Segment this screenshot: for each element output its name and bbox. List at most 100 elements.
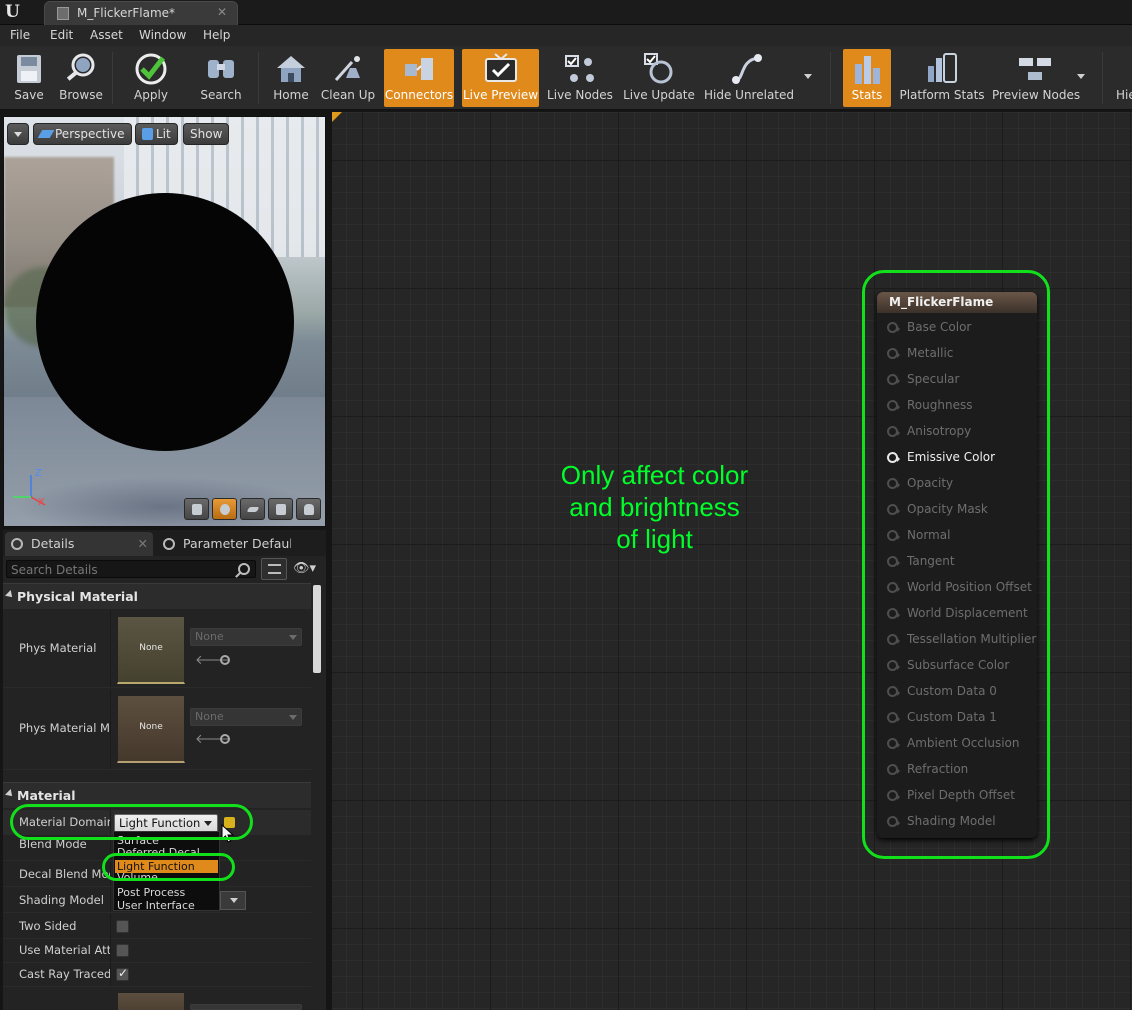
preview-plane-button[interactable] (240, 498, 265, 520)
preview-sphere-button[interactable] (212, 498, 237, 520)
toolbar-overflow-dropdown[interactable] (804, 74, 812, 79)
details-scrollbar[interactable] (313, 585, 321, 673)
node-pin-anisotropy[interactable]: Anisotropy (887, 422, 1037, 442)
use-material-attributes-checkbox[interactable] (116, 944, 129, 957)
dropdown-option-deferred-decal[interactable]: Deferred Decal (115, 846, 218, 854)
dropdown-option-user-interface[interactable]: User Interface (115, 899, 218, 912)
node-pin-tessellation-multiplier[interactable]: Tessellation Multiplier (887, 630, 1037, 650)
node-pin-base-color[interactable]: Base Color (887, 318, 1037, 338)
perspective-button[interactable]: Perspective (33, 123, 132, 145)
pin-connector-icon[interactable] (887, 582, 900, 593)
node-pin-shading-model[interactable]: Shading Model (887, 812, 1037, 832)
node-pin-ambient-occlusion[interactable]: Ambient Occlusion (887, 734, 1037, 754)
pin-connector-icon[interactable] (887, 322, 900, 333)
node-pin-custom-data-1[interactable]: Custom Data 1 (887, 708, 1037, 728)
phys-material-mask-thumbnail[interactable]: None (117, 695, 185, 763)
close-tab-icon[interactable]: ✕ (138, 532, 148, 555)
document-tab[interactable]: M_FlickerFlame* ✕ (44, 1, 238, 25)
dropdown-option-post-process[interactable]: Post Process (115, 886, 218, 899)
preview-nodes-button[interactable]: Preview Nodes (992, 49, 1080, 107)
pin-connector-icon[interactable] (887, 530, 900, 541)
lit-button[interactable]: Lit (135, 123, 178, 145)
pin-connector-icon[interactable] (887, 790, 900, 801)
pin-connector-icon[interactable] (887, 634, 900, 645)
stats-button[interactable]: Stats (843, 49, 891, 107)
browse-search-icon[interactable] (220, 655, 230, 665)
pin-connector-icon[interactable] (887, 556, 900, 567)
show-button[interactable]: Show (183, 123, 230, 145)
pin-connector-icon[interactable] (887, 660, 900, 671)
shading-model-combo-arrow[interactable] (220, 891, 246, 910)
save-button[interactable]: Save (4, 49, 54, 107)
search-button[interactable]: Search (192, 49, 250, 107)
node-pin-emissive-color[interactable]: Emissive Color (887, 448, 1037, 468)
menu-edit[interactable]: Edit (50, 28, 73, 42)
node-pin-world-position-offset[interactable]: World Position Offset (887, 578, 1037, 598)
next-property-thumbnail[interactable] (117, 992, 185, 1010)
preview-cylinder-button[interactable] (184, 498, 209, 520)
phys-material-thumbnail[interactable]: None (117, 616, 185, 684)
pin-connector-icon[interactable] (887, 400, 900, 411)
viewport-options-dropdown[interactable] (7, 123, 29, 145)
search-details-field[interactable] (6, 560, 256, 578)
category-material[interactable]: Material (3, 782, 311, 808)
pin-connector-icon[interactable] (887, 504, 900, 515)
node-pin-specular[interactable]: Specular (887, 370, 1037, 390)
apply-button[interactable]: Apply (122, 49, 180, 107)
category-physical-material[interactable]: Physical Material (3, 583, 311, 609)
node-pin-normal[interactable]: Normal (887, 526, 1037, 546)
toolbar-overflow-dropdown[interactable] (1077, 74, 1085, 79)
node-pin-opacity-mask[interactable]: Opacity Mask (887, 500, 1037, 520)
phys-material-combo[interactable]: None (190, 628, 302, 646)
pin-connector-icon[interactable] (887, 452, 900, 463)
live-nodes-button[interactable]: Live Nodes (546, 49, 614, 107)
pin-connector-icon[interactable] (887, 374, 900, 385)
pin-connector-icon[interactable] (887, 816, 900, 827)
node-pin-pixel-depth-offset[interactable]: Pixel Depth Offset (887, 786, 1037, 806)
platform-stats-button[interactable]: Platform Stats (898, 49, 986, 107)
pin-connector-icon[interactable] (887, 712, 900, 723)
material-graph-canvas[interactable]: Only affect color and brightness of ligh… (332, 112, 1132, 1010)
next-property-combo[interactable] (190, 1004, 302, 1010)
pin-connector-icon[interactable] (887, 608, 900, 619)
dropdown-option-volume[interactable]: Volume (115, 873, 218, 881)
tab-parameter-defaults[interactable]: Parameter Defaults (157, 532, 291, 556)
view-options-grid-button[interactable] (261, 558, 287, 580)
node-pin-metallic[interactable]: Metallic (887, 344, 1037, 364)
pin-connector-icon[interactable] (887, 426, 900, 437)
node-pin-refraction[interactable]: Refraction (887, 760, 1037, 780)
hierarchy-button[interactable]: Hie (1110, 49, 1132, 107)
pin-connector-icon[interactable] (887, 764, 900, 775)
material-result-node[interactable]: M_FlickerFlame Base Color Metallic Specula… (877, 292, 1037, 838)
preview-cube-button[interactable] (268, 498, 293, 520)
pin-connector-icon[interactable] (887, 478, 900, 489)
node-pin-tangent[interactable]: Tangent (887, 552, 1037, 572)
menu-help[interactable]: Help (203, 28, 230, 42)
tab-details[interactable]: Details ✕ (5, 532, 153, 556)
close-tab-icon[interactable]: ✕ (217, 5, 227, 19)
node-pin-world-displacement[interactable]: World Displacement (887, 604, 1037, 624)
preview-mesh-button[interactable] (296, 498, 321, 520)
search-details-input[interactable] (11, 562, 231, 577)
node-pin-custom-data-0[interactable]: Custom Data 0 (887, 682, 1037, 702)
pin-connector-icon[interactable] (887, 348, 900, 359)
node-pin-opacity[interactable]: Opacity (887, 474, 1037, 494)
live-update-button[interactable]: Live Update (622, 49, 696, 107)
hide-unrelated-button[interactable]: Hide Unrelated (704, 49, 794, 107)
menu-file[interactable]: File (10, 28, 30, 42)
phys-material-mask-combo[interactable]: None (190, 708, 302, 726)
node-pin-roughness[interactable]: Roughness (887, 396, 1037, 416)
node-pin-subsurface-color[interactable]: Subsurface Color (887, 656, 1037, 676)
live-preview-button[interactable]: Live Preview (462, 49, 539, 107)
connectors-button[interactable]: Connectors (384, 49, 454, 107)
browse-search-icon[interactable] (220, 734, 230, 744)
dropdown-option-light-function[interactable]: Light Function (115, 860, 218, 873)
menu-window[interactable]: Window (139, 28, 186, 42)
preview-viewport[interactable]: Perspective Lit Show Z X (3, 116, 326, 527)
search-icon[interactable] (238, 563, 250, 575)
cast-ray-traced-shadows-checkbox[interactable] (116, 966, 129, 981)
pin-connector-icon[interactable] (887, 686, 900, 697)
visibility-filter-eye-icon[interactable]: 👁▾ (293, 562, 323, 576)
browse-button[interactable]: Browse (56, 49, 106, 107)
two-sided-checkbox[interactable] (116, 920, 129, 933)
